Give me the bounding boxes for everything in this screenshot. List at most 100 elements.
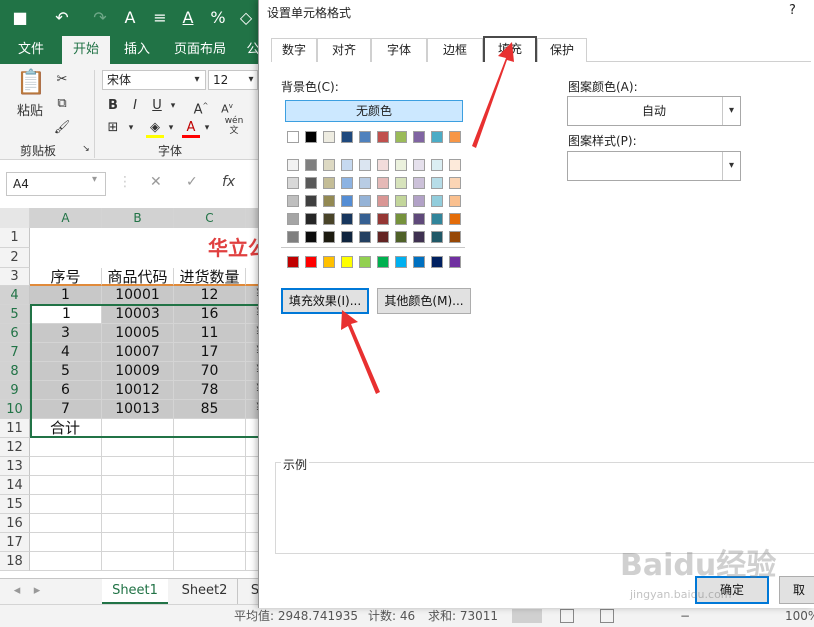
phonetic-icon[interactable]: wén 文 bbox=[224, 116, 244, 138]
chevron-down-icon[interactable]: ▾ bbox=[126, 118, 136, 138]
tint-color-swatch[interactable] bbox=[341, 213, 353, 225]
tint-color-swatch[interactable] bbox=[413, 231, 425, 243]
table-cell[interactable] bbox=[30, 476, 102, 495]
tint-color-swatch[interactable] bbox=[413, 213, 425, 225]
table-cell[interactable]: 5 bbox=[30, 362, 102, 381]
table-cell[interactable] bbox=[174, 457, 246, 476]
table-cell[interactable] bbox=[30, 495, 102, 514]
tint-color-swatch[interactable] bbox=[359, 195, 371, 207]
theme-color-swatch[interactable] bbox=[377, 131, 389, 143]
table-cell[interactable]: 3 bbox=[30, 324, 102, 343]
tint-color-swatch[interactable] bbox=[431, 213, 443, 225]
page-layout-view-icon[interactable] bbox=[560, 609, 574, 623]
table-cell[interactable] bbox=[102, 476, 174, 495]
tint-color-swatch[interactable] bbox=[323, 159, 335, 171]
standard-color-swatch[interactable] bbox=[413, 256, 425, 268]
row-header[interactable]: 9 bbox=[0, 381, 30, 400]
table-cell[interactable]: 10013 bbox=[102, 400, 174, 419]
row-header[interactable]: 6 bbox=[0, 324, 30, 343]
row-header[interactable]: 3 bbox=[0, 268, 30, 286]
table-cell[interactable]: 78 bbox=[174, 381, 246, 400]
tint-color-swatch[interactable] bbox=[413, 159, 425, 171]
paste-label[interactable]: 粘贴 bbox=[12, 104, 48, 120]
standard-color-swatch[interactable] bbox=[341, 256, 353, 268]
table-cell[interactable] bbox=[30, 533, 102, 552]
tint-color-swatch[interactable] bbox=[359, 159, 371, 171]
table-cell[interactable]: 10001 bbox=[102, 286, 174, 305]
row-header[interactable]: 15 bbox=[0, 495, 30, 514]
table-cell[interactable]: 1 bbox=[30, 286, 102, 305]
tab-font[interactable]: 字体 bbox=[371, 38, 427, 62]
font-color-icon[interactable]: A bbox=[182, 118, 200, 138]
table-cell[interactable] bbox=[30, 438, 102, 457]
help-icon[interactable]: ? bbox=[789, 3, 796, 18]
standard-color-swatch[interactable] bbox=[395, 256, 407, 268]
confirm-icon[interactable]: ✓ bbox=[186, 174, 198, 190]
tint-color-swatch[interactable] bbox=[449, 195, 461, 207]
standard-color-swatch[interactable] bbox=[305, 256, 317, 268]
theme-color-swatch[interactable] bbox=[323, 131, 335, 143]
tint-color-swatch[interactable] bbox=[413, 177, 425, 189]
paste-icon[interactable]: 📋 bbox=[16, 70, 46, 100]
theme-color-swatch[interactable] bbox=[287, 131, 299, 143]
tint-color-swatch[interactable] bbox=[395, 195, 407, 207]
chevron-down-icon[interactable]: ▾ bbox=[722, 152, 740, 180]
cancel-icon[interactable]: ✕ bbox=[150, 174, 162, 190]
tint-color-swatch[interactable] bbox=[395, 177, 407, 189]
table-cell[interactable] bbox=[174, 476, 246, 495]
theme-color-swatch[interactable] bbox=[431, 131, 443, 143]
copy-icon[interactable]: ⧉ bbox=[52, 94, 72, 114]
row-header[interactable]: 18 bbox=[0, 552, 30, 571]
tint-color-swatch[interactable] bbox=[341, 231, 353, 243]
fill-color-icon[interactable]: ◈ bbox=[146, 118, 164, 138]
table-cell[interactable]: 17 bbox=[174, 343, 246, 362]
theme-color-swatch[interactable] bbox=[359, 131, 371, 143]
table-cell[interactable] bbox=[102, 533, 174, 552]
table-cell[interactable]: 序号 bbox=[30, 268, 102, 286]
tint-color-swatch[interactable] bbox=[377, 231, 389, 243]
redo-icon[interactable]: ↷ bbox=[88, 6, 112, 30]
tint-color-swatch[interactable] bbox=[305, 195, 317, 207]
theme-color-swatch[interactable] bbox=[305, 131, 317, 143]
column-header-a[interactable]: A bbox=[30, 208, 102, 228]
tint-color-swatch[interactable] bbox=[431, 195, 443, 207]
table-cell[interactable]: 合计 bbox=[30, 419, 102, 438]
normal-view-icon[interactable] bbox=[512, 609, 542, 623]
column-header-c[interactable]: C bbox=[174, 208, 246, 228]
decrease-font-icon[interactable]: Av bbox=[218, 96, 236, 116]
format-brush-icon[interactable]: 🖌 bbox=[52, 118, 72, 138]
pattern-style-select[interactable]: ▾ bbox=[567, 151, 741, 181]
row-header[interactable]: 4 bbox=[0, 286, 30, 305]
tint-color-swatch[interactable] bbox=[287, 195, 299, 207]
table-cell[interactable] bbox=[30, 514, 102, 533]
tint-color-swatch[interactable] bbox=[341, 195, 353, 207]
table-cell[interactable]: 6 bbox=[30, 381, 102, 400]
tint-color-swatch[interactable] bbox=[395, 231, 407, 243]
tab-number[interactable]: 数字 bbox=[271, 38, 317, 62]
tint-color-swatch[interactable] bbox=[377, 195, 389, 207]
undo-icon[interactable]: ↶ bbox=[50, 6, 74, 30]
tint-color-swatch[interactable] bbox=[287, 213, 299, 225]
tint-color-swatch[interactable] bbox=[377, 213, 389, 225]
standard-color-swatch[interactable] bbox=[431, 256, 443, 268]
row-header[interactable]: 17 bbox=[0, 533, 30, 552]
row-header[interactable]: 13 bbox=[0, 457, 30, 476]
font-color-icon[interactable]: A bbox=[176, 6, 200, 30]
tint-color-swatch[interactable] bbox=[413, 195, 425, 207]
align-icon[interactable]: ≡ bbox=[148, 6, 172, 30]
active-cell-value[interactable]: 1 bbox=[32, 306, 101, 323]
table-cell[interactable] bbox=[174, 419, 246, 438]
tint-color-swatch[interactable] bbox=[431, 159, 443, 171]
tint-color-swatch[interactable] bbox=[449, 213, 461, 225]
table-cell[interactable]: 85 bbox=[174, 400, 246, 419]
tint-color-swatch[interactable] bbox=[359, 231, 371, 243]
table-cell[interactable]: 10003 bbox=[102, 305, 174, 324]
table-cell[interactable]: 进货数量 bbox=[174, 268, 246, 286]
standard-color-swatch[interactable] bbox=[359, 256, 371, 268]
column-header-b[interactable]: B bbox=[102, 208, 174, 228]
tab-protection[interactable]: 保护 bbox=[537, 38, 587, 62]
table-cell[interactable]: 商品代码 bbox=[102, 268, 174, 286]
save-icon[interactable]: ■ bbox=[8, 6, 32, 30]
tint-color-swatch[interactable] bbox=[359, 213, 371, 225]
tint-color-swatch[interactable] bbox=[323, 231, 335, 243]
